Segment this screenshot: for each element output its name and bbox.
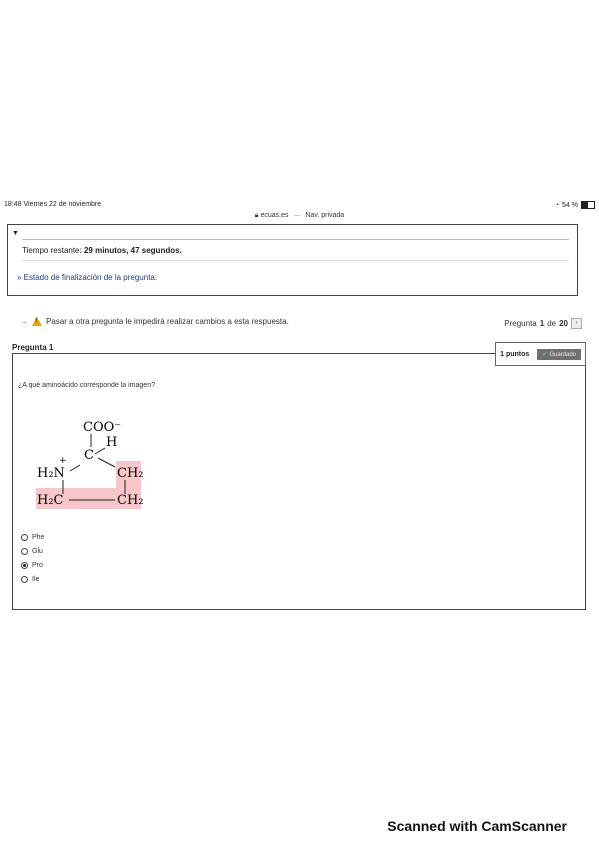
pager-total: 20 — [559, 319, 568, 328]
points-box: 1 puntos ✔ Guardado — [495, 342, 586, 366]
next-page-button[interactable]: › — [571, 318, 582, 329]
wifi-icon: ◔ — [554, 201, 560, 209]
question-title: Pregunta 1 — [12, 343, 54, 352]
alpha-carbon-label: C — [84, 448, 94, 463]
time-remaining-value: 29 minutos, 47 segundos. — [83, 246, 182, 255]
radio-button[interactable] — [21, 575, 28, 583]
option-pro[interactable]: Pro — [21, 558, 44, 572]
option-glu[interactable]: Glu — [21, 544, 44, 558]
radio-button[interactable] — [21, 533, 28, 541]
question-text: ¿A qué aminoácido corresponde la imagen? — [18, 382, 155, 389]
radio-button[interactable] — [21, 547, 28, 555]
answer-options: Phe Glu Pro Ile — [21, 530, 44, 586]
question-pager: Pregunta 1 de 20 › — [504, 318, 582, 329]
time-remaining: Tiempo restante: 29 minutos, 47 segundos… — [22, 246, 182, 255]
status-time-date: 18:48 Viernes 22 de noviembre — [4, 201, 102, 208]
battery-text: 54 % — [562, 201, 578, 209]
battery-icon — [581, 201, 595, 209]
option-phe[interactable]: Phe — [21, 530, 44, 544]
option-label: Pro — [32, 561, 43, 569]
warning-text: Pasar a otra pregunta le impedirá realiz… — [46, 317, 289, 326]
warning-icon: ! — [32, 317, 42, 326]
option-label: Glu — [32, 547, 43, 555]
option-ile[interactable]: Ile — [21, 572, 44, 586]
carboxyl-label: COO⁻ — [83, 420, 121, 435]
points-label: 1 puntos — [500, 350, 530, 358]
collapse-caret-icon[interactable]: ▼ — [12, 230, 19, 237]
option-label: Ile — [32, 575, 40, 583]
url-separator: — — [293, 212, 301, 219]
private-mode-label: Nav. privada — [305, 212, 345, 219]
ch2-left-label: H₂C — [37, 493, 64, 508]
option-label: Phe — [32, 533, 45, 541]
url-site: ecuas.es — [260, 212, 289, 219]
check-icon: ✔ — [542, 351, 548, 358]
amine-charge-label: + — [59, 456, 67, 466]
ch2-right-label: CH₂ — [117, 466, 144, 481]
completion-status-link[interactable]: » Estado de finalización de la pregunta: — [17, 273, 157, 282]
divider — [22, 239, 569, 240]
camscanner-watermark: Scanned with CamScanner — [387, 818, 567, 834]
saved-label: Guardado — [549, 351, 576, 358]
navigation-warning: → ! Pasar a otra pregunta le impedirá re… — [20, 317, 289, 326]
alpha-h-label: H — [106, 435, 117, 450]
ch2-bottom-label: CH₂ — [117, 493, 144, 508]
pager-prefix: Pregunta — [504, 319, 537, 328]
url-bar[interactable]: 🔒︎ ecuas.es — Nav. privada — [0, 212, 599, 220]
saved-status-badge: ✔ Guardado — [537, 348, 581, 360]
time-remaining-label: Tiempo restante: — [22, 246, 82, 255]
timer-panel: ▼ Tiempo restante: 29 minutos, 47 segund… — [7, 224, 578, 296]
pager-current: 1 — [539, 319, 545, 328]
radio-button-selected[interactable] — [21, 561, 28, 569]
question-box: 1 puntos ✔ Guardado ¿A qué aminoácido cor… — [12, 342, 586, 610]
divider — [22, 260, 569, 261]
status-right: ◔ 54 % — [555, 201, 595, 209]
lock-icon: 🔒︎ — [254, 212, 259, 219]
arrow-icon: → — [20, 317, 28, 326]
pager-of: de — [547, 319, 557, 328]
amine-label: H₂N — [37, 466, 65, 481]
proline-structure-image: COO⁻ H C H₂N + CH₂ H₂C CH₂ — [36, 420, 144, 509]
